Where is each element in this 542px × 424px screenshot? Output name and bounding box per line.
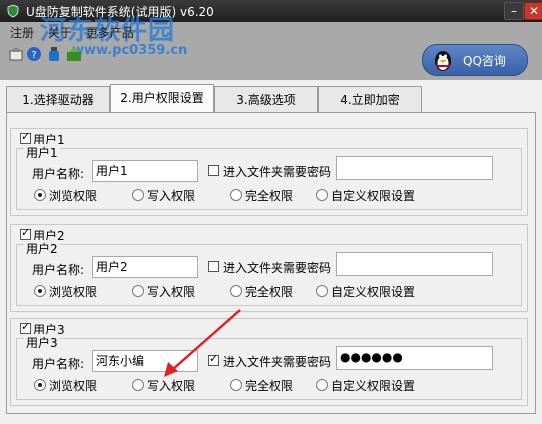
watermark-url: www.pc0359.cn [72, 43, 188, 58]
permission-label: 浏览权限 [49, 189, 98, 203]
svg-text:?: ? [31, 50, 36, 61]
user-name-input[interactable]: 用户1 [92, 160, 198, 182]
permission-radio[interactable] [230, 189, 242, 201]
permission-radio[interactable] [132, 379, 144, 391]
permission-label: 完全权限 [245, 379, 294, 393]
password-input[interactable]: ●●●●●● [336, 346, 493, 370]
password-required-checkbox[interactable] [208, 261, 219, 272]
tab-encrypt-now[interactable]: 4.立即加密 [318, 86, 422, 112]
register-icon[interactable] [8, 46, 24, 62]
menu-bar: 注册 关于 更多产品 [10, 24, 144, 41]
tab-user-permissions[interactable]: 2.用户权限设置 [110, 84, 214, 112]
menu-item-about[interactable]: 关于 [48, 26, 72, 40]
permission-label: 自定义权限设置 [331, 285, 416, 299]
products-icon[interactable] [66, 46, 82, 62]
user-group-title: 用户3 [24, 334, 60, 351]
permission-radio[interactable] [230, 379, 242, 391]
permission-radio[interactable] [316, 285, 328, 297]
user-name-input[interactable]: 用户2 [92, 256, 198, 278]
password-required-label: 进入文件夹需要密码 [223, 165, 332, 179]
permission-label: 自定义权限设置 [331, 189, 416, 203]
password-required-checkbox[interactable] [208, 352, 219, 366]
app-shield-icon [7, 4, 19, 18]
qq-consult-button[interactable]: QQ咨询 [422, 44, 528, 76]
user-enable-checkbox[interactable] [20, 130, 31, 144]
qq-button-label: QQ咨询 [463, 54, 506, 68]
permission-radio[interactable] [316, 189, 328, 201]
permission-label: 自定义权限设置 [331, 379, 416, 393]
password-input[interactable] [336, 252, 493, 276]
permission-radio[interactable] [132, 189, 144, 201]
usb-icon[interactable] [46, 46, 62, 62]
menu-item-register[interactable]: 注册 [10, 26, 34, 40]
permission-label: 完全权限 [245, 285, 294, 299]
minimize-button[interactable]: – [504, 2, 524, 20]
qq-penguin-icon [435, 51, 451, 71]
user-name-label: 用户名称: [32, 263, 85, 277]
permission-label: 写入权限 [147, 189, 196, 203]
permission-radio[interactable] [34, 189, 46, 201]
user-name-label: 用户名称: [32, 167, 85, 181]
password-required-checkbox[interactable] [208, 165, 219, 176]
menu-item-more-products[interactable]: 更多产品 [86, 26, 134, 40]
permission-radio[interactable] [230, 285, 242, 297]
user-group-title: 用户2 [24, 240, 60, 257]
permission-radio[interactable] [34, 285, 46, 297]
user-enable-checkbox[interactable] [20, 320, 31, 334]
permission-label: 完全权限 [245, 189, 294, 203]
permission-label: 写入权限 [147, 379, 196, 393]
tab-advanced-options[interactable]: 3.高级选项 [214, 86, 318, 112]
password-required-label: 进入文件夹需要密码 [223, 355, 332, 369]
permission-radio[interactable] [316, 379, 328, 391]
password-input[interactable] [336, 156, 493, 180]
user-name-label: 用户名称: [32, 357, 85, 371]
user-enable-checkbox[interactable] [20, 226, 31, 240]
password-required-label: 进入文件夹需要密码 [223, 261, 332, 275]
permission-label: 浏览权限 [49, 379, 98, 393]
user-group-title: 用户1 [24, 144, 60, 161]
permission-label: 写入权限 [147, 285, 196, 299]
permission-radio[interactable] [132, 285, 144, 297]
permission-label: 浏览权限 [49, 285, 98, 299]
user-name-input[interactable]: 河东小编 [92, 350, 198, 372]
tab-select-drive[interactable]: 1.选择驱动器 [6, 86, 110, 112]
help-icon[interactable]: ? [26, 46, 42, 62]
close-button[interactable]: ✕ [524, 2, 542, 20]
permission-radio[interactable] [34, 379, 46, 391]
